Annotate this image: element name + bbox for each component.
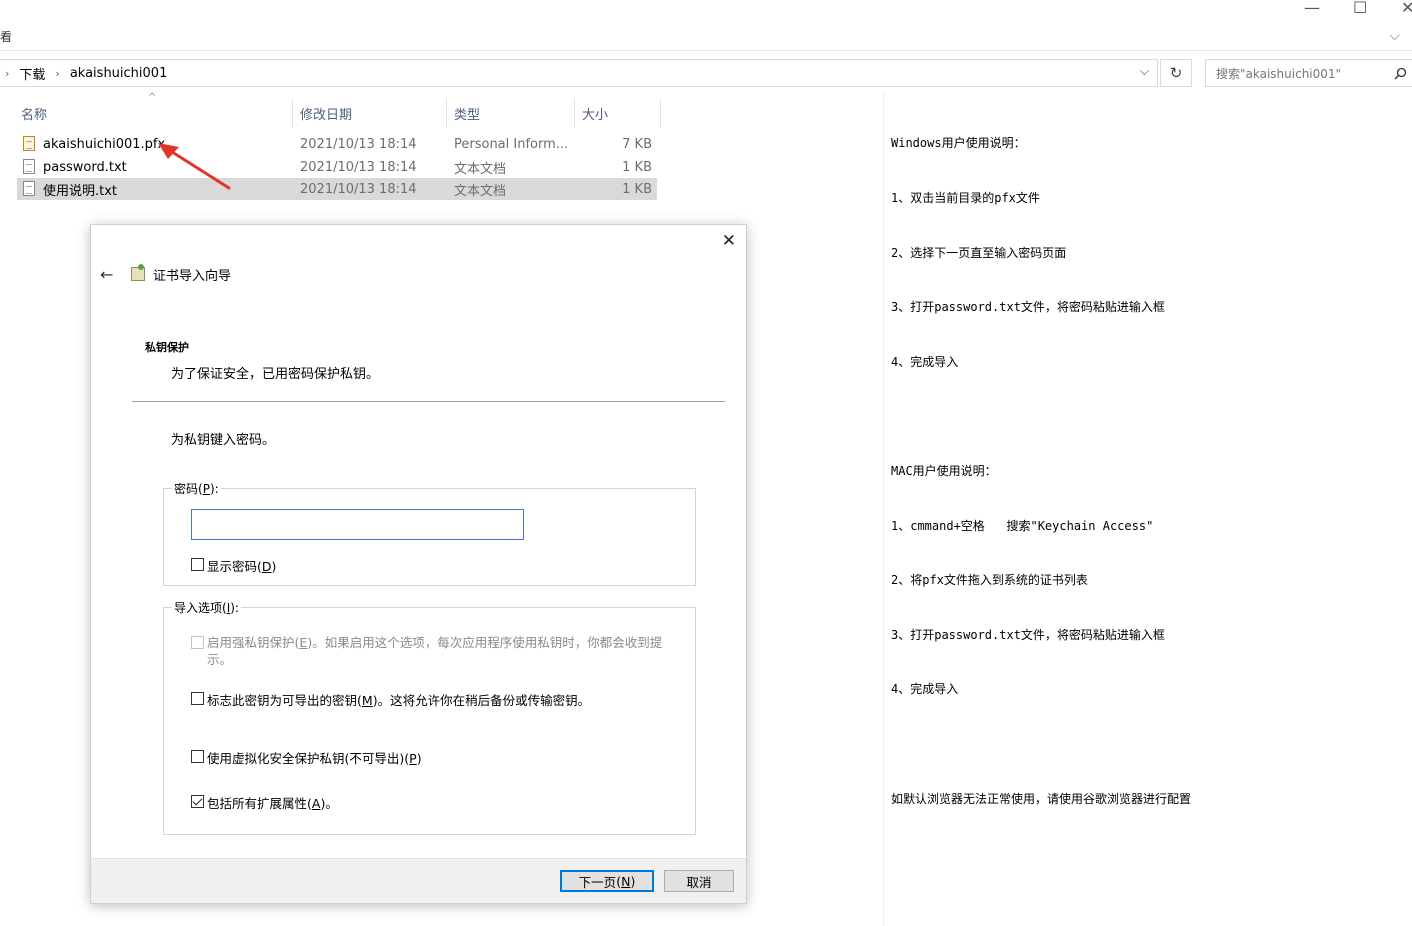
file-date: 2021/10/13 18:14 [300,181,417,197]
file-type: Personal Inform... [454,136,569,152]
column-header-type[interactable]: 类型 [454,102,480,124]
file-size: 1 KB [622,181,652,197]
annotation-arrow-icon [158,143,231,190]
file-row-instructions[interactable]: 使用说明.txt 2021/10/13 18:14 文本文档 1 KB [17,178,657,200]
back-button[interactable]: ← [100,265,113,284]
column-divider[interactable] [574,98,575,128]
file-name: akaishuichi001.pfx [43,136,166,152]
vbs-protection-label[interactable]: 使用虚拟化安全保护私钥(不可导出)(P) [207,748,422,767]
file-name: password.txt [43,159,127,175]
note-line: 如默认浏览器无法正常使用，请使用谷歌浏览器进行配置 [891,791,1192,806]
column-divider[interactable] [292,98,293,128]
password-group: 密码(P): 显示密码(D) [163,480,696,586]
search-icon[interactable] [1394,67,1407,80]
note-line: MAC用户使用说明： [891,463,997,478]
column-header-date[interactable]: 修改日期 [300,102,352,124]
maximize-button[interactable]: ☐ [1353,0,1367,16]
note-line [891,735,1191,753]
strong-protection-row: 启用强私钥保护(E)。如果启用这个选项，每次应用程序使用私钥时，你都会收到提示。 [191,634,677,668]
page-heading: 私钥保护 [145,341,189,354]
breadcrumb-separator: › [55,66,60,80]
file-size: 1 KB [622,159,652,175]
note-line: 2、将pfx文件拖入到系统的证书列表 [891,573,1088,588]
text-file-icon [23,181,35,196]
breadcrumb-separator: › [5,66,10,80]
breadcrumb-current-folder[interactable]: akaishuichi001 [70,66,168,81]
import-options-group: 导入选项(I): 启用强私钥保护(E)。如果启用这个选项，每次应用程序使用私钥时… [163,599,696,835]
breadcrumb-downloads[interactable]: 下载 [19,64,45,83]
file-row-password[interactable]: password.txt 2021/10/13 18:14 文本文档 1 KB [17,156,657,178]
address-history-dropdown-icon[interactable]: ⌵ [1140,64,1149,79]
next-button[interactable]: 下一页(N) [560,870,654,892]
address-bar[interactable]: › 下载 › akaishuichi001 ⌵ [0,59,1158,87]
file-date: 2021/10/13 18:14 [300,159,417,175]
dialog-footer: 下一页(N) 取消 [91,858,746,903]
dialog-close-button[interactable]: ✕ [722,231,736,251]
strong-protection-checkbox[interactable] [191,636,204,649]
note-line: 3、打开password.txt文件，将密码粘贴进输入框 [891,300,1165,315]
password-input[interactable] [191,509,524,540]
file-type: 文本文档 [454,183,507,199]
file-size: 7 KB [622,136,652,152]
dialog-title: 证书导入向导 [153,269,232,284]
extended-properties-label[interactable]: 包括所有扩展属性(A)。 [207,793,338,812]
note-line: Windows用户使用说明： [891,136,1026,151]
search-box[interactable]: 搜索"akaishuichi001" [1205,59,1412,87]
ribbon-divider [0,50,1412,51]
show-password-checkbox-row[interactable]: 显示密码(D) [191,556,276,575]
exportable-key-row[interactable]: 标志此密钥为可导出的密钥(M)。这将允许你在稍后备份或传输密钥。 [191,690,590,709]
file-name: 使用说明.txt [43,183,118,199]
page-subheading: 为了保证安全，已用密码保护私钥。 [171,367,380,382]
vbs-protection-row[interactable]: 使用虚拟化安全保护私钥(不可导出)(P) [191,748,422,767]
note-line: 1、双击当前目录的pfx文件 [891,191,1040,205]
note-line [891,407,1191,425]
minimize-button[interactable]: — [1304,0,1320,16]
close-window-button[interactable]: ✕ [1401,0,1412,16]
column-divider[interactable] [446,98,447,128]
refresh-button[interactable]: ↻ [1160,59,1192,87]
certificate-import-dialog: ✕ ← 证书导入向导 私钥保护 为了保证安全，已用密码保护私钥。 为私钥键入密码… [90,224,747,904]
note-line: 2、选择下一页直至输入密码页面 [891,245,1067,260]
file-row-pfx[interactable]: akaishuichi001.pfx 2021/10/13 18:14 Pers… [17,133,657,155]
file-date: 2021/10/13 18:14 [300,136,417,152]
note-line: 3、打开password.txt文件，将密码粘贴进输入框 [891,627,1165,642]
file-type: 文本文档 [454,161,507,177]
preview-pane-text: Windows用户使用说明： 1、双击当前目录的pfx文件 2、选择下一页直至输… [891,98,1191,826]
vbs-protection-checkbox[interactable] [191,750,204,763]
note-line: 4、完成导入 [891,354,959,369]
search-input[interactable]: 搜索"akaishuichi001" [1216,65,1341,82]
certificate-wizard-icon [131,264,145,281]
password-group-label: 密码(P): [172,480,221,497]
extended-properties-row[interactable]: 包括所有扩展属性(A)。 [191,793,338,812]
ribbon-tab-view[interactable]: 看 [0,28,12,45]
show-password-label[interactable]: 显示密码(D) [207,556,276,575]
ribbon-expand-icon[interactable]: ⌵ [1389,28,1400,44]
column-header-size[interactable]: 大小 [582,102,608,124]
password-prompt: 为私钥键入密码。 [171,433,276,448]
extended-properties-checkbox[interactable] [191,795,204,808]
header-divider [132,401,725,402]
note-line: 1、cmmand+空格 搜索"Keychain Access" [891,518,1154,533]
show-password-checkbox[interactable] [191,558,204,571]
refresh-icon: ↻ [1169,64,1183,82]
exportable-key-label[interactable]: 标志此密钥为可导出的密钥(M)。这将允许你在稍后备份或传输密钥。 [207,690,590,709]
column-divider[interactable] [660,98,661,128]
preview-pane-divider[interactable] [883,92,884,926]
sort-ascending-icon: ^ [148,92,157,103]
note-line: 4、完成导入 [891,682,959,697]
strong-protection-label: 启用强私钥保护(E)。如果启用这个选项，每次应用程序使用私钥时，你都会收到提示。 [207,635,663,667]
cancel-button[interactable]: 取消 [664,870,734,892]
exportable-key-checkbox[interactable] [191,692,204,705]
certificate-file-icon [23,136,35,151]
column-header-name[interactable]: 名称 [21,102,47,124]
text-file-icon [23,159,35,174]
import-options-group-label: 导入选项(I): [172,599,241,616]
